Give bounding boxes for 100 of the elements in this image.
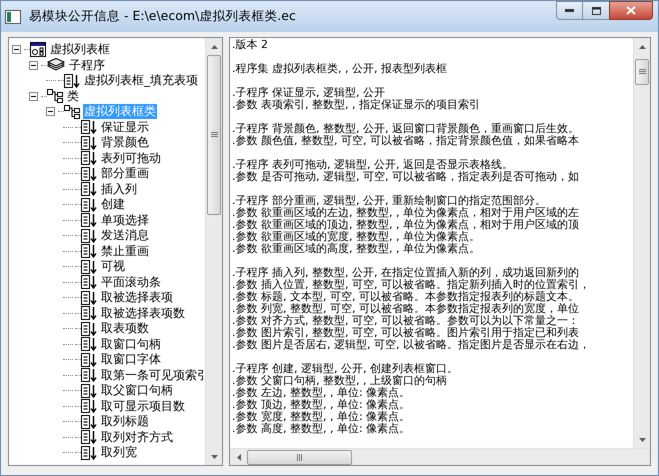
tree-item[interactable]: 平面滚动条: [100, 274, 162, 290]
collapse-box[interactable]: [29, 60, 38, 70]
vertical-scrollbar[interactable]: [205, 38, 222, 465]
method-icon: [81, 414, 97, 429]
method-icon: [81, 275, 97, 290]
window-title: 易模块公开信息 - E:\e\ecom\虚拟列表框类.ec: [29, 7, 296, 26]
scroll-left-icon: [236, 454, 240, 460]
method-icon: [81, 151, 97, 166]
collapse-box[interactable]: [12, 45, 21, 54]
code-line: .子程序 插入列, 整数型, 公开, 在指定位置插入新的列，成功返回新列的: [232, 267, 579, 279]
grip-icon: [210, 132, 218, 138]
code-line: .参数 列宽, 整数型, 可空, 可以被省略。本参数指定报表列的宽度，单位: [232, 303, 579, 315]
code-line: .子程序 保证显示, 逻辑型, 公开: [232, 87, 385, 99]
tree-item[interactable]: 表列可拖动: [100, 150, 162, 166]
method-icon: [81, 166, 97, 181]
code-line: .参数 对齐方式, 整数型, 可空, 可以被省略。参数可以为以下常量之一：: [232, 315, 579, 327]
maximize-icon: [592, 6, 600, 14]
collapse-box[interactable]: [46, 107, 55, 116]
tree-item[interactable]: 取窗口句柄: [100, 336, 162, 352]
code-line: .参数 颜色值, 整数型, 可空, 可以被省略，指定背景颜色值，如果省略本: [232, 135, 579, 147]
tree-item[interactable]: 虚拟列表框: [49, 42, 111, 58]
code-line: .参数 是否可拖动, 逻辑型, 可空, 可以被省略，指定表列是否可拖动，如: [232, 171, 579, 183]
method-icon: [81, 182, 97, 196]
code-line: .参数 欲重画区域的高度, 整数型, , 单位为像素点。: [232, 243, 480, 255]
code-line: .参数 宽度, 整数型, , 单位: 像素点。: [232, 411, 410, 423]
collapse-box[interactable]: [29, 92, 38, 101]
app-icon: [5, 10, 21, 24]
close-button[interactable]: [609, 1, 653, 20]
scroll-down-icon: [210, 454, 218, 458]
code-line: .参数 欲重画区域的宽度, 整数型, , 单位为像素点。: [232, 231, 480, 243]
code-line: .参数 顶边, 整数型, , 单位: 像素点。: [232, 399, 410, 411]
code-line: .版本 2: [232, 39, 268, 51]
scroll-up-icon: [638, 44, 646, 48]
tree-item[interactable]: 取列对齐方式: [100, 430, 174, 445]
scroll-down-icon: [638, 438, 646, 442]
tree-item[interactable]: 背景颜色: [100, 135, 150, 150]
module-icon: [30, 42, 46, 58]
tree-item[interactable]: 禁止重画: [100, 244, 150, 259]
tree-item[interactable]: 取父窗口句柄: [100, 383, 174, 398]
minimize-icon: [565, 9, 574, 12]
minimize-button[interactable]: [556, 1, 583, 20]
tree-item[interactable]: 取列宽: [100, 445, 138, 460]
tree-item[interactable]: 取可显示项目数: [100, 398, 186, 414]
method-icon: [81, 136, 97, 150]
method-icon: [81, 446, 97, 460]
tree-item[interactable]: 单项选择: [100, 212, 150, 228]
grip-icon: [638, 69, 646, 75]
grip-icon: [296, 454, 302, 460]
tree-item[interactable]: 子程序: [68, 58, 106, 73]
class-nodes-icon: [64, 104, 80, 119]
method-icon: [81, 322, 97, 336]
method-icon: [81, 120, 97, 134]
vertical-scrollbar[interactable]: [633, 38, 650, 448]
method-icon: [81, 290, 97, 305]
method-icon: [81, 368, 97, 382]
tree-item[interactable]: 取第一条可见项索引: [100, 368, 205, 383]
code-line: .参数 欲重画区域的顶边, 整数型, , 单位为像素点，相对于用户区域的顶: [232, 219, 579, 231]
code-line: .参数 标题, 文本型, 可空, 可以被省略。本参数指定报表列的标题文本。: [232, 291, 579, 303]
tree-item[interactable]: 部分重画: [100, 166, 150, 182]
code-line: .子程序 背景颜色, 整数型, 公开, 返回窗口背景颜色，重画窗口后生效。: [232, 123, 579, 135]
horizontal-scrollbar[interactable]: [230, 448, 650, 465]
code-line: .参数 图片是否居右, 逻辑型, 可空, 以被省略。指定图片是否显示在右边，: [232, 339, 590, 351]
method-icon: [81, 198, 97, 212]
method-icon: [81, 337, 97, 352]
code-line: .子程序 创建, 逻辑型, 公开, 创建列表框窗口。: [232, 363, 458, 375]
tree-item[interactable]: 创建: [100, 197, 126, 212]
method-icon: [81, 384, 97, 398]
tree-item[interactable]: 保证显示: [100, 120, 150, 135]
tree-item[interactable]: 可视: [100, 259, 126, 274]
code-line: .参数 父窗口句柄, 整数型, , 上级窗口的句柄: [232, 375, 447, 387]
method-icon: [81, 228, 97, 243]
tree-item[interactable]: 虚拟列表框_填充表项: [83, 73, 199, 88]
class-nodes-icon: [47, 89, 63, 104]
tree-item[interactable]: 取窗口字体: [100, 352, 162, 368]
method-icon: [81, 306, 97, 320]
maximize-button[interactable]: [583, 1, 609, 20]
code-line: .参数 高度, 整数型, , 单位: 像素点。: [232, 423, 410, 435]
method-icon: [64, 74, 80, 88]
tree-item[interactable]: 取表项数: [100, 321, 150, 336]
tree-item[interactable]: 发送消息: [100, 228, 150, 244]
tree-item[interactable]: 取被选择表项数: [100, 306, 186, 321]
method-icon: [81, 430, 97, 444]
tree-item[interactable]: 取列标题: [100, 414, 150, 430]
method-icon: [81, 260, 97, 274]
method-icon: [81, 213, 97, 228]
scroll-up-icon: [210, 44, 218, 48]
tree-item[interactable]: 插入列: [100, 182, 138, 197]
code-line: .参数 插入位置, 整数型, 可空, 可以被省略。指定新列插入时的位置索引，: [232, 279, 590, 291]
method-icon: [81, 244, 97, 258]
code-line: .程序集 虚拟列表框类, , 公开, 报表型列表框: [232, 63, 447, 75]
tree-item[interactable]: 取被选择表项: [100, 290, 174, 306]
code-line: .参数 欲重画区域的左边, 整数型, , 单位为像素点，相对于用户区域的左: [232, 207, 579, 219]
code-line: .参数 图片索引, 整数型, 可空, 可以被省略。图片索引用于指定已和列表: [232, 327, 579, 339]
tree-item[interactable]: 类: [66, 88, 80, 104]
stacked-disks-icon: [47, 58, 65, 72]
code-line: .参数 表项索引, 整数型, , 指定保证显示的项目索引: [232, 99, 480, 111]
code-line: .子程序 表列可拖动, 逻辑型, 公开, 返回是否显示表格线。: [232, 159, 513, 171]
method-icon: [81, 352, 97, 367]
code-line: .参数 左边, 整数型, , 单位: 像素点。: [232, 387, 410, 399]
method-icon: [81, 399, 97, 414]
